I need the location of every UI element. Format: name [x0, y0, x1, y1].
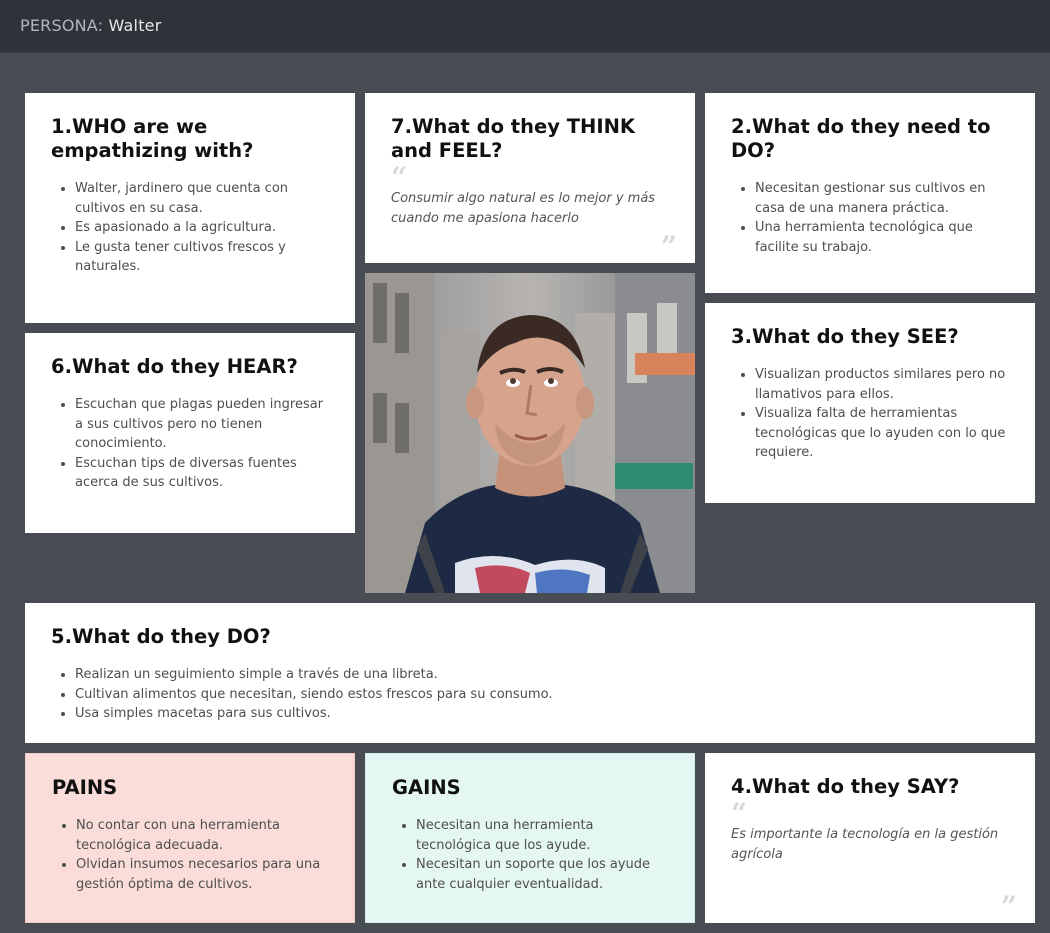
- close-quote-icon: ”: [1000, 890, 1017, 923]
- card-think-feel[interactable]: 7.What do they THINK and FEEL? “ Consumi…: [365, 93, 695, 263]
- card-gains[interactable]: GAINS Necesitan una herramienta tecnológ…: [365, 753, 695, 923]
- list-item: Realizan un seguimiento simple a través …: [75, 665, 1009, 685]
- list-item: Walter, jardinero que cuenta con cultivo…: [75, 179, 329, 218]
- card-see-title: 3.What do they SEE?: [731, 325, 959, 348]
- list-item: Escuchan que plagas pueden ingresar a su…: [75, 395, 329, 454]
- card-gains-list: Necesitan una herramienta tecnológica qu…: [392, 816, 668, 894]
- open-quote-icon: “: [391, 161, 408, 194]
- persona-title: PERSONA: Walter: [20, 16, 162, 35]
- card-do[interactable]: 5.What do they DO? Realizan un seguimien…: [25, 603, 1035, 743]
- persona-prefix: PERSONA:: [20, 16, 104, 35]
- card-see[interactable]: 3.What do they SEE? Visualizan productos…: [705, 303, 1035, 503]
- list-item: Usa simples macetas para sus cultivos.: [75, 704, 1009, 724]
- card-need-list: Necesitan gestionar sus cultivos en casa…: [731, 179, 1009, 257]
- close-quote-icon: ”: [660, 230, 677, 263]
- list-item: Visualizan productos similares pero no l…: [755, 365, 1009, 404]
- card-gains-title: GAINS: [392, 776, 461, 799]
- list-item: Visualiza falta de herramientas tecnológ…: [755, 404, 1009, 463]
- card-need-title: 2.What do they need to DO?: [731, 115, 991, 162]
- card-who-title: 1.WHO are we empathizing with?: [51, 115, 254, 162]
- card-do-title: 5.What do they DO?: [51, 625, 271, 648]
- list-item: Escuchan tips de diversas fuentes acerca…: [75, 454, 329, 493]
- card-hear-title: 6.What do they HEAR?: [51, 355, 298, 378]
- persona-photo[interactable]: [365, 273, 695, 593]
- card-say-quote: Es importante la tecnología en la gestió…: [731, 827, 999, 862]
- list-item: Necesitan gestionar sus cultivos en casa…: [755, 179, 1009, 218]
- card-pains-list: No contar con una herramienta tecnológic…: [52, 816, 328, 894]
- card-who[interactable]: 1.WHO are we empathizing with? Walter, j…: [25, 93, 355, 323]
- card-need-to-do[interactable]: 2.What do they need to DO? Necesitan ges…: [705, 93, 1035, 293]
- card-pains[interactable]: PAINS No contar con una herramienta tecn…: [25, 753, 355, 923]
- open-quote-icon: “: [731, 797, 748, 830]
- top-bar: PERSONA: Walter: [0, 0, 1050, 53]
- list-item: Necesitan una herramienta tecnológica qu…: [416, 816, 668, 855]
- card-think-title: 7.What do they THINK and FEEL?: [391, 115, 636, 162]
- list-item: Es apasionado a la agricultura.: [75, 218, 329, 238]
- list-item: Le gusta tener cultivos frescos y natura…: [75, 238, 329, 277]
- list-item: Olvidan insumos necesarios para una gest…: [76, 855, 328, 894]
- card-do-list: Realizan un seguimiento simple a través …: [51, 665, 1009, 724]
- card-pains-title: PAINS: [52, 776, 118, 799]
- persona-name: Walter: [108, 16, 162, 35]
- persona-photo-illustration: [365, 273, 695, 593]
- card-think-quote: Consumir algo natural es lo mejor y más …: [391, 191, 656, 226]
- card-see-list: Visualizan productos similares pero no l…: [731, 365, 1009, 463]
- list-item: Necesitan un soporte que los ayude ante …: [416, 855, 668, 894]
- card-hear[interactable]: 6.What do they HEAR? Escuchan que plagas…: [25, 333, 355, 533]
- card-say[interactable]: 4.What do they SAY? “ Es importante la t…: [705, 753, 1035, 923]
- card-say-title: 4.What do they SAY?: [731, 775, 960, 798]
- card-who-list: Walter, jardinero que cuenta con cultivo…: [51, 179, 329, 277]
- list-item: Una herramienta tecnológica que facilite…: [755, 218, 1009, 257]
- list-item: Cultivan alimentos que necesitan, siendo…: [75, 685, 1009, 705]
- card-hear-list: Escuchan que plagas pueden ingresar a su…: [51, 395, 329, 493]
- list-item: No contar con una herramienta tecnológic…: [76, 816, 328, 855]
